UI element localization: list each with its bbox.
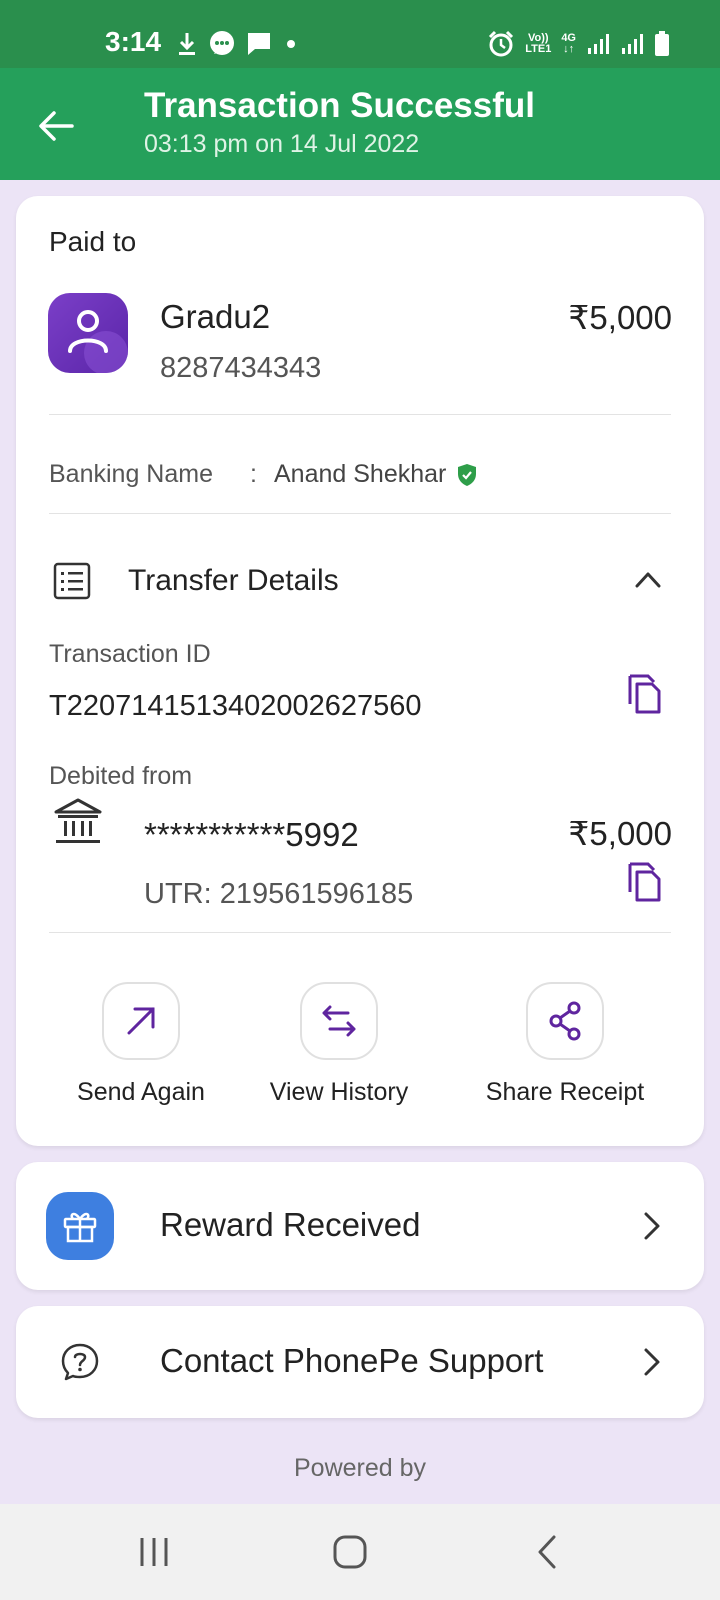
divider bbox=[49, 932, 671, 933]
network-type-4g: 4G ↓↑ bbox=[561, 32, 576, 55]
signal-icon bbox=[588, 34, 609, 54]
transaction-details-card: Paid to Gradu2 8287434343 ₹5,000 Banking… bbox=[16, 196, 704, 1146]
payee-avatar bbox=[48, 293, 128, 373]
page-title: Transaction Successful bbox=[144, 86, 535, 125]
copy-utr-button[interactable] bbox=[624, 860, 664, 904]
transaction-id-label: Transaction ID bbox=[49, 640, 211, 668]
status-system-icons: Vo)) LTE1 4G ↓↑ bbox=[487, 30, 670, 58]
bank-icon bbox=[54, 798, 102, 843]
share-icon bbox=[549, 1001, 581, 1041]
user-icon bbox=[68, 310, 128, 373]
back-button[interactable] bbox=[32, 102, 80, 150]
collapse-toggle[interactable] bbox=[628, 560, 668, 600]
copy-icon bbox=[628, 862, 661, 902]
chevron-right-icon bbox=[644, 1348, 660, 1376]
payee-number: 8287434343 bbox=[160, 352, 322, 384]
network-type-vo: Vo)) LTE1 bbox=[525, 32, 552, 55]
alarm-icon bbox=[489, 30, 514, 57]
transfer-details-title: Transfer Details bbox=[128, 564, 339, 597]
paid-amount: ₹5,000 bbox=[568, 299, 672, 336]
view-history-label: View History bbox=[269, 1078, 409, 1106]
send-again-label: Send Again bbox=[77, 1078, 205, 1106]
dot-icon bbox=[287, 40, 295, 48]
battery-icon bbox=[655, 31, 669, 56]
status-time: 3:14 bbox=[105, 26, 162, 57]
chevron-up-icon bbox=[635, 572, 661, 588]
divider bbox=[49, 513, 671, 514]
transaction-timestamp: 03:13 pm on 14 Jul 2022 bbox=[144, 130, 420, 158]
share-receipt-label: Share Receipt bbox=[485, 1078, 645, 1106]
banking-name-value: Anand Shekhar bbox=[274, 460, 447, 488]
copy-transaction-id-button[interactable] bbox=[624, 672, 664, 716]
banking-name-row: Anand Shekhar bbox=[274, 460, 478, 489]
divider bbox=[49, 414, 671, 415]
recent-apps-icon bbox=[140, 1538, 168, 1566]
copy-icon bbox=[628, 674, 661, 714]
signal-icon bbox=[622, 34, 643, 54]
swap-arrows-icon bbox=[322, 1005, 356, 1037]
download-icon bbox=[179, 33, 195, 55]
share-receipt-button[interactable]: Share Receipt bbox=[472, 982, 658, 1107]
chat-icon bbox=[210, 31, 234, 55]
banking-name-colon: : bbox=[250, 460, 257, 488]
help-icon bbox=[61, 1343, 99, 1381]
message-icon bbox=[248, 33, 270, 55]
system-navigation-bar bbox=[0, 1504, 720, 1600]
debited-amount: ₹5,000 bbox=[568, 815, 672, 852]
home-button[interactable] bbox=[326, 1530, 374, 1574]
contact-support-row[interactable]: Contact PhonePe Support bbox=[16, 1306, 704, 1418]
transaction-id-value: T2207141513402002627560 bbox=[49, 690, 422, 722]
gift-icon-wrap bbox=[46, 1192, 114, 1260]
gift-icon bbox=[63, 1212, 97, 1243]
payee-name: Gradu2 bbox=[160, 298, 271, 335]
debited-from-label: Debited from bbox=[49, 762, 193, 790]
send-again-button[interactable]: Send Again bbox=[58, 982, 224, 1107]
banking-name-label: Banking Name bbox=[49, 460, 213, 488]
back-nav-icon bbox=[538, 1535, 556, 1569]
back-nav-button[interactable] bbox=[524, 1530, 572, 1574]
contact-support-label: Contact PhonePe Support bbox=[160, 1342, 544, 1379]
chevron-right-icon bbox=[644, 1212, 660, 1240]
reward-received-label: Reward Received bbox=[160, 1206, 421, 1243]
app-bar: Transaction Successful 03:13 pm on 14 Ju… bbox=[0, 68, 720, 180]
view-history-button[interactable]: View History bbox=[256, 982, 422, 1107]
share-receipt-icon-wrap bbox=[526, 982, 604, 1060]
view-history-icon-wrap bbox=[300, 982, 378, 1060]
home-icon bbox=[333, 1535, 367, 1569]
status-bar: 3:14 Vo)) LTE1 4G ↓↑ bbox=[0, 0, 720, 68]
send-again-icon-wrap bbox=[102, 982, 180, 1060]
receipt-list-icon bbox=[53, 562, 91, 600]
reward-received-row[interactable]: Reward Received bbox=[16, 1162, 704, 1290]
back-arrow-icon bbox=[39, 111, 74, 141]
account-number: ***********5992 bbox=[144, 816, 359, 853]
paid-to-label: Paid to bbox=[49, 226, 137, 257]
utr-number: UTR: 219561596185 bbox=[144, 878, 414, 910]
status-notification-icons bbox=[176, 30, 300, 58]
recent-apps-button[interactable] bbox=[130, 1530, 178, 1574]
arrow-up-right-icon bbox=[127, 1007, 155, 1035]
verified-shield-icon bbox=[458, 463, 477, 486]
powered-by-label: Powered by bbox=[293, 1454, 427, 1482]
